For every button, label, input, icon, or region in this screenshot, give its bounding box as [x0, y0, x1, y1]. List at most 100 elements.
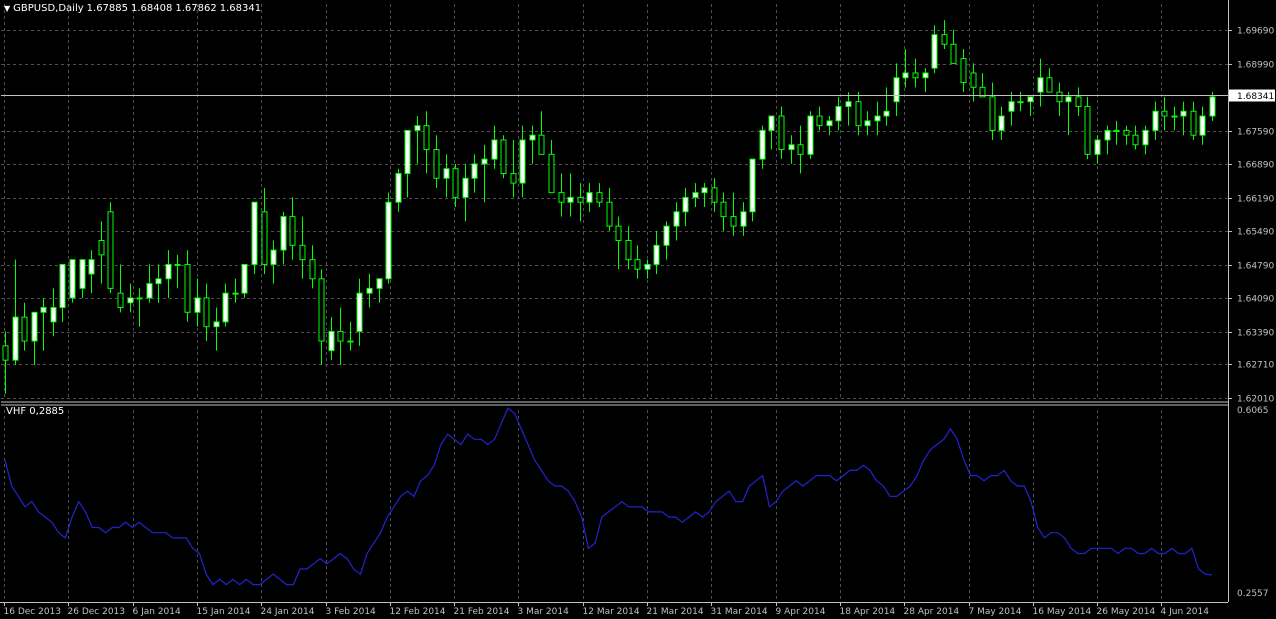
candle-bull	[874, 115, 881, 122]
candle-bear	[596, 192, 603, 203]
candle-bear	[452, 168, 459, 198]
candle-bear	[117, 292, 124, 309]
candle-bull	[1180, 110, 1187, 117]
candle-bull	[404, 129, 411, 174]
candle-bull	[40, 307, 47, 313]
candle-bear	[1075, 96, 1082, 107]
candle-bull	[31, 311, 38, 342]
candle-bear	[720, 201, 727, 218]
candle-bull	[998, 115, 1005, 131]
candle-bear	[558, 192, 565, 203]
price-tick-label: 1.64090	[1237, 295, 1274, 305]
candle-bear	[1056, 91, 1063, 103]
candle-bear	[606, 201, 613, 227]
candle-bear	[1161, 110, 1168, 117]
candle-bull	[1027, 96, 1034, 103]
time-axis-label: 3 Feb 2014	[326, 607, 377, 617]
candle-bull	[692, 192, 699, 198]
candle-bear	[711, 187, 718, 203]
chart-canvas[interactable]: 1.69690 1.68990 1.67590 1.66890 1.66190 1.654…	[0, 0, 1276, 619]
candle-bull	[893, 77, 900, 103]
candle-bear	[510, 172, 517, 184]
candle-bull	[529, 134, 536, 141]
price-tick-label: 1.67590	[1237, 128, 1274, 138]
candle-bear	[816, 115, 823, 127]
candle-bull	[1171, 115, 1178, 118]
chart-background	[0, 0, 1276, 619]
candle-bull	[328, 330, 335, 352]
time-axis-label: 21 Mar 2014	[647, 607, 704, 617]
indicator-label: VHF 0,2885	[6, 406, 65, 417]
candle-bull	[902, 72, 909, 79]
candle-bull	[759, 129, 766, 160]
candle-bull	[740, 211, 747, 227]
time-axis-label: 16 Dec 2013	[4, 607, 62, 617]
candle-bull	[883, 110, 890, 117]
time-axis-label: 12 Feb 2014	[390, 607, 446, 617]
time-axis-label: 28 Apr 2014	[904, 607, 960, 617]
candle-bear	[423, 125, 430, 151]
price-tick-label: 1.62710	[1237, 361, 1274, 371]
time-axis-label: 6 Jan 2014	[133, 607, 181, 617]
time-axis-label: 24 Jan 2014	[261, 607, 315, 617]
candle-bear	[797, 144, 804, 155]
candle-bull	[1209, 96, 1216, 117]
candle-bull	[835, 105, 842, 122]
candle-bear	[184, 263, 191, 313]
candle-bull	[807, 115, 814, 155]
candle-bear	[289, 216, 296, 246]
candle-bull	[1037, 77, 1044, 93]
time-axis-label: 26 Dec 2013	[68, 607, 126, 617]
candle-bull	[222, 292, 229, 323]
candle-bull	[174, 263, 181, 266]
candle-bear	[855, 101, 862, 127]
candle-bull	[395, 172, 402, 203]
candle-bear	[941, 34, 948, 45]
candle-bear	[912, 72, 919, 79]
candle-bull	[682, 196, 689, 213]
time-axis-label: 3 Mar 2014	[518, 607, 570, 617]
candle-bull	[462, 177, 469, 198]
candle-bear	[500, 139, 507, 174]
candle-bear	[778, 115, 785, 151]
candle-bull	[471, 163, 478, 179]
price-tick-label: 1.68990	[1237, 61, 1274, 71]
current-price-label: 1.68341	[1237, 92, 1274, 102]
candle-bull	[146, 283, 153, 299]
candle-bull	[864, 120, 871, 127]
time-axis-label: 18 Apr 2014	[840, 607, 896, 617]
candle-bear	[730, 216, 737, 227]
candle-bull	[931, 34, 938, 69]
candle-bear	[625, 240, 632, 261]
candle-bull	[663, 225, 670, 246]
candle-bull	[701, 187, 708, 194]
candle-bull	[1017, 101, 1024, 104]
chart-header: ▼ GBPUSD,Daily 1.67885 1.68408 1.67862 1…	[4, 3, 261, 14]
candle-bull	[251, 201, 258, 265]
candle-bear	[2, 345, 9, 361]
candle-bear	[1123, 129, 1130, 136]
triangle-down-icon[interactable]: ▼	[4, 4, 10, 14]
candle-bull	[50, 307, 57, 323]
candle-bull	[136, 297, 143, 300]
candle-bull	[481, 158, 488, 165]
candle-bull	[347, 340, 354, 343]
candle-bull	[653, 244, 660, 265]
time-axis-label: 15 Jan 2014	[197, 607, 251, 617]
candle-bull	[366, 287, 373, 294]
candle-bear	[203, 297, 210, 328]
symbol-label: GBPUSD,Daily	[13, 3, 84, 14]
indicator-scale-top: 0.6065	[1237, 406, 1269, 416]
candle-bull	[385, 201, 392, 280]
open-value: 1.67885	[86, 3, 129, 14]
candle-bull	[1142, 129, 1149, 146]
candle-bull	[567, 196, 574, 203]
price-tick-label: 1.66890	[1237, 161, 1274, 171]
candle-bull	[768, 115, 775, 131]
candle-bull	[922, 72, 929, 79]
time-axis-label: 26 May 2014	[1097, 607, 1156, 617]
time-axis-label: 21 Feb 2014	[454, 607, 510, 617]
price-tick-label: 1.65490	[1237, 228, 1274, 238]
candle-bear	[107, 211, 114, 289]
time-axis-label: 16 May 2014	[1033, 607, 1092, 617]
